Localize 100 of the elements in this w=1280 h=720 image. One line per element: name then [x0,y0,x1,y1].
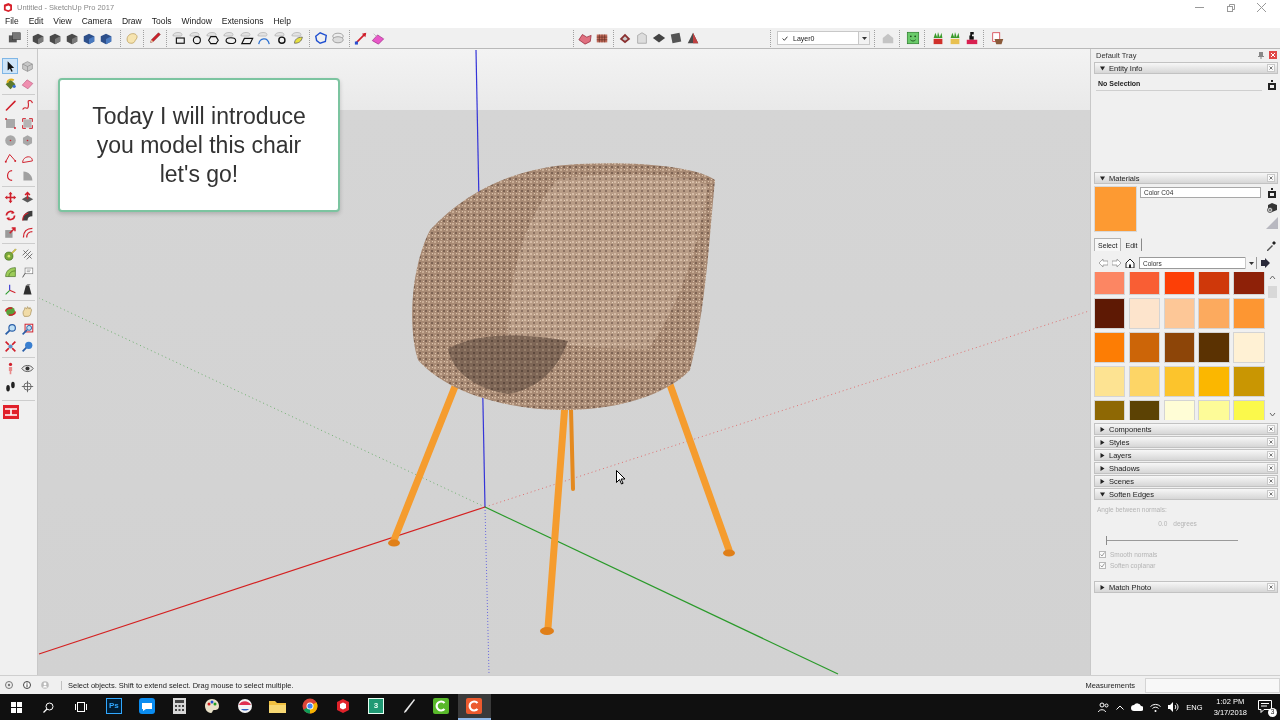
swatch-icon[interactable] [1094,332,1126,363]
eyedropper-icon[interactable] [1266,241,1276,251]
close-icon[interactable] [1267,477,1275,485]
potted-plant-icon[interactable] [931,31,945,45]
back-arrow-icon[interactable] [1099,259,1108,267]
menu-item[interactable]: Help [268,15,296,28]
info-icon[interactable] [23,681,31,689]
circle-icon[interactable] [274,31,288,45]
close-icon[interactable] [1267,425,1275,433]
tile-icon[interactable] [635,31,649,45]
ellipse-icon[interactable] [223,31,237,45]
view-cube-icon[interactable] [82,31,96,45]
notification-icon[interactable] [1258,700,1272,713]
pencil-icon[interactable] [148,31,162,45]
model-viewport[interactable]: Today I will introduce you model this chair let's go! [38,49,1090,675]
pin-icon[interactable] [1258,51,1264,59]
eraser-icon[interactable] [371,31,385,45]
swatch-icon[interactable] [1198,332,1230,363]
swatch-icon[interactable] [1233,366,1265,397]
swatch-icon[interactable] [1128,366,1161,397]
close-icon[interactable] [1267,464,1275,472]
view-cube-icon[interactable] [31,31,45,45]
swatch-icon[interactable] [1163,366,1195,397]
swatch-icon[interactable] [1094,272,1126,295]
tile-icon[interactable] [652,31,666,45]
swatch-icon[interactable] [1128,272,1161,295]
view-cube-icon[interactable] [48,31,62,45]
pencil-line-icon [3,99,17,112]
stacked-boxes-icon[interactable] [8,31,22,45]
parallelogram-icon[interactable] [240,31,254,45]
arc-icon[interactable] [257,31,271,45]
swatch-icon[interactable] [1233,272,1265,295]
arc-icon [3,151,17,165]
menu-item[interactable]: Tools [146,15,177,28]
menu-item[interactable]: Draw [116,15,147,28]
menu-item[interactable]: Camera [76,15,117,28]
forward-arrow-icon[interactable] [1112,259,1121,267]
menu-item[interactable]: Extensions [216,15,269,28]
hexagon-icon[interactable] [206,31,220,45]
tool-button[interactable] [2,58,18,74]
app-logo-icon [3,3,12,12]
framed-square-icon[interactable] [1268,188,1276,198]
swatch-icon[interactable] [1233,332,1265,363]
box-plus-icon[interactable] [1266,202,1278,213]
smiley-tile-icon[interactable] [906,31,920,45]
tile-icon[interactable] [618,31,632,45]
basket-icon[interactable] [991,31,1005,45]
tile-icon[interactable] [686,31,700,45]
close-icon[interactable] [1267,438,1275,446]
terrain-icon[interactable] [578,31,592,45]
circle-icon[interactable] [189,31,203,45]
close-icon[interactable] [1267,64,1275,72]
close-icon[interactable] [1267,451,1275,459]
swatch-icon[interactable] [1128,332,1161,363]
swatch-icon[interactable] [1198,298,1230,329]
close-icon[interactable] [1267,583,1275,591]
cloud-icon[interactable] [1131,703,1144,711]
swatch-icon[interactable] [1163,272,1195,295]
curved-band-icon [20,208,34,222]
chevron-up-icon[interactable] [1116,704,1125,710]
swatch-icon[interactable] [1198,272,1230,295]
view-cube-icon[interactable] [99,31,113,45]
close-icon[interactable] [1267,174,1275,182]
box-icon [20,59,34,73]
close-icon [1257,3,1266,12]
close-icon[interactable] [1267,490,1275,498]
view-cube-icon[interactable] [65,31,79,45]
menu-item[interactable]: Edit [23,15,49,28]
double-arrow-icon[interactable] [354,31,368,45]
square-corners-icon [20,116,34,130]
swatch-icon[interactable] [1233,298,1265,329]
measurements-field[interactable] [1145,677,1280,693]
swatch-icon[interactable] [1094,298,1126,329]
offset-icon [20,226,34,239]
swatch-icon[interactable] [1198,366,1230,397]
menu-item[interactable]: File [0,15,24,28]
swatch-icon[interactable] [1163,332,1195,363]
wifi-icon[interactable] [1150,702,1162,712]
footprints-icon [3,379,17,393]
swatch-icon[interactable] [1128,298,1161,329]
right-arrow-icon[interactable] [1261,258,1270,268]
taskbar-app-button[interactable] [457,694,491,720]
swatch-icon[interactable] [1094,366,1126,397]
taskbar-app-button[interactable]: Ps [97,694,131,720]
framed-square-icon[interactable] [1268,79,1276,90]
folder-icon [269,699,287,713]
people-icon[interactable] [1098,701,1110,713]
target-circle-icon[interactable] [5,681,13,689]
volume-icon[interactable] [1168,702,1180,712]
menu-item[interactable]: View [48,15,77,28]
calculator-icon [172,698,186,714]
four-way-arrow-icon [3,191,17,204]
tile-icon[interactable] [669,31,683,45]
spray-bottle-icon[interactable] [965,31,979,45]
home-icon[interactable] [1125,258,1135,268]
outline-shape-icon[interactable] [314,31,328,45]
swatch-icon[interactable] [1163,298,1195,329]
menu-item[interactable]: Window [176,15,217,28]
rectangle-icon[interactable] [172,31,186,45]
orbit-icon [3,305,17,318]
